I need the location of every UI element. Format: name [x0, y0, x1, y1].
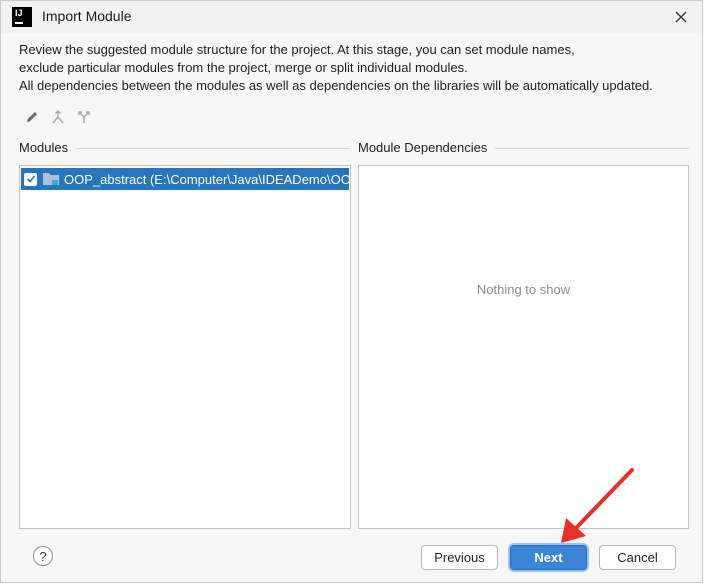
empty-state-text: Nothing to show: [476, 282, 571, 297]
title-bar: IJ Import Module: [1, 1, 702, 33]
modules-list[interactable]: OOP_abstract (E:\Computer\Java\IDEADemo\…: [19, 165, 351, 529]
cancel-button[interactable]: Cancel: [599, 545, 676, 570]
description-line-2: exclude particular modules from the proj…: [19, 60, 468, 75]
description-line-3: All dependencies between the modules as …: [19, 78, 653, 93]
modules-label: Modules: [19, 140, 75, 155]
intellij-app-icon: IJ: [12, 7, 32, 27]
dependencies-separator: [495, 148, 689, 149]
import-module-dialog: IJ Import Module Review the suggested mo…: [0, 0, 703, 583]
previous-button[interactable]: Previous: [421, 545, 498, 570]
dependencies-panel: Nothing to show: [358, 165, 689, 529]
module-name: OOP_abstract (E:\Computer\Java\IDEADemo\…: [64, 171, 349, 187]
merge-button[interactable]: [49, 108, 67, 126]
merge-icon: [52, 110, 64, 124]
close-button[interactable]: [670, 6, 692, 28]
module-checkbox[interactable]: [24, 172, 37, 186]
dialog-description: Review the suggested module structure fo…: [19, 41, 689, 95]
edit-icon: [27, 112, 37, 122]
dialog-title: Import Module: [42, 8, 132, 24]
modules-separator: [76, 148, 350, 149]
module-toolbar: [23, 108, 93, 128]
module-dependencies-label: Module Dependencies: [358, 140, 494, 155]
app-icon-text: IJ: [15, 8, 23, 18]
module-folder-icon: [43, 173, 59, 185]
close-icon: [675, 11, 687, 23]
checkmark-icon: [26, 175, 35, 183]
help-icon: ?: [39, 548, 47, 564]
rename-button[interactable]: [23, 108, 41, 126]
split-button[interactable]: [75, 108, 93, 126]
split-icon: [78, 111, 90, 123]
help-button[interactable]: ?: [33, 546, 53, 566]
module-row[interactable]: OOP_abstract (E:\Computer\Java\IDEADemo\…: [21, 168, 349, 190]
next-button[interactable]: Next: [510, 545, 587, 570]
description-line-1: Review the suggested module structure fo…: [19, 42, 575, 57]
